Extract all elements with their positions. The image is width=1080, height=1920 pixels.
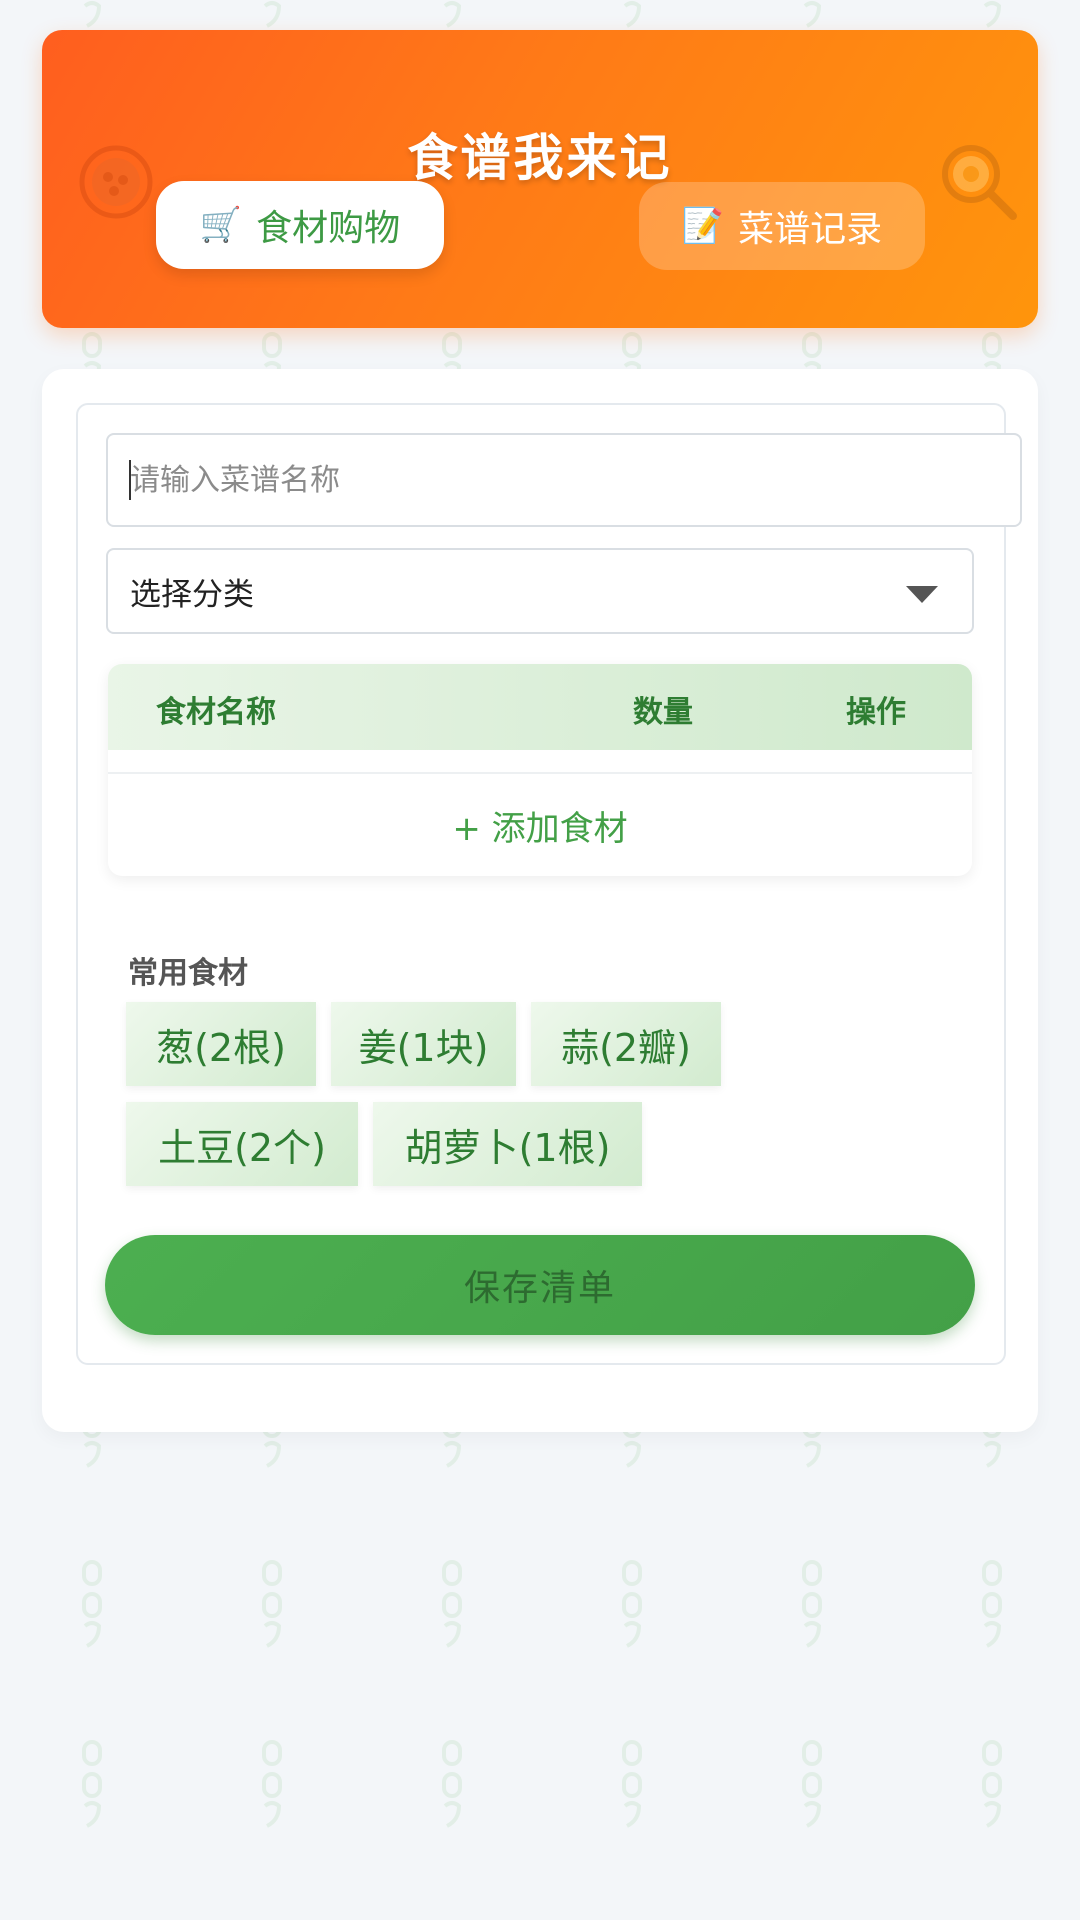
background-pattern-glyph bbox=[262, 1560, 282, 1648]
column-header-action: 操作 bbox=[846, 695, 906, 730]
common-ingredients-label: 常用食材 bbox=[128, 956, 248, 991]
background-pattern-glyph bbox=[982, 1740, 1002, 1828]
background-pattern-glyph bbox=[983, 1, 1002, 28]
app-title: 食谱我来记 bbox=[407, 129, 673, 187]
background-pattern-glyph bbox=[982, 1560, 1002, 1648]
background-pattern-glyph bbox=[262, 1740, 282, 1828]
tab-recipe-record[interactable]: 📝 菜谱记录 bbox=[639, 182, 925, 270]
tab-label: 食材购物 bbox=[256, 208, 401, 249]
text-caret bbox=[129, 460, 131, 500]
ingredient-table: 食材名称 数量 操作 + 添加食材 bbox=[108, 664, 972, 876]
app-header: 食谱我来记 🛒 食材购物 📝 菜谱记录 bbox=[42, 30, 1038, 328]
background-pattern-glyph bbox=[442, 1560, 462, 1648]
background-pattern-glyph bbox=[802, 1560, 822, 1648]
common-ingredient-chip[interactable]: 姜(1块) bbox=[331, 1002, 516, 1086]
background-pattern-glyph bbox=[622, 1740, 642, 1828]
add-ingredient-button[interactable]: + 添加食材 bbox=[108, 774, 972, 876]
save-list-button[interactable]: 保存清单 bbox=[105, 1235, 975, 1335]
common-ingredient-chip[interactable]: 葱(2根) bbox=[126, 1002, 316, 1086]
background-pattern-glyph bbox=[82, 1560, 102, 1648]
background-pattern-glyph bbox=[623, 1, 642, 28]
background-pattern-glyph bbox=[83, 1, 102, 28]
background-pattern-glyph bbox=[263, 1, 282, 28]
background-pattern-glyph bbox=[442, 1740, 462, 1828]
background-pattern-glyph bbox=[82, 1740, 102, 1828]
background-pattern-glyph bbox=[622, 1560, 642, 1648]
shopping-cart-icon: 🛒 bbox=[199, 205, 243, 245]
background-pattern-glyph bbox=[802, 1740, 822, 1828]
category-select[interactable]: 选择分类 bbox=[106, 548, 974, 634]
ingredient-table-header: 食材名称 数量 操作 bbox=[108, 664, 972, 750]
common-ingredient-chip[interactable]: 胡萝卜(1根) bbox=[373, 1102, 642, 1186]
tab-ingredient-shopping[interactable]: 🛒 食材购物 bbox=[156, 181, 444, 269]
common-ingredient-chip[interactable]: 蒜(2瓣) bbox=[531, 1002, 721, 1086]
tab-label: 菜谱记录 bbox=[738, 209, 883, 250]
category-selected-value: 选择分类 bbox=[130, 576, 254, 613]
background-pattern-glyph bbox=[803, 1, 822, 28]
chevron-down-icon bbox=[906, 586, 938, 603]
background-pattern-glyph bbox=[443, 1, 462, 28]
column-header-quantity: 数量 bbox=[633, 695, 693, 730]
column-header-name: 食材名称 bbox=[156, 695, 276, 730]
common-ingredient-chip[interactable]: 土豆(2个) bbox=[126, 1102, 358, 1186]
memo-icon: 📝 bbox=[681, 206, 725, 246]
recipe-name-input[interactable] bbox=[106, 433, 1022, 527]
